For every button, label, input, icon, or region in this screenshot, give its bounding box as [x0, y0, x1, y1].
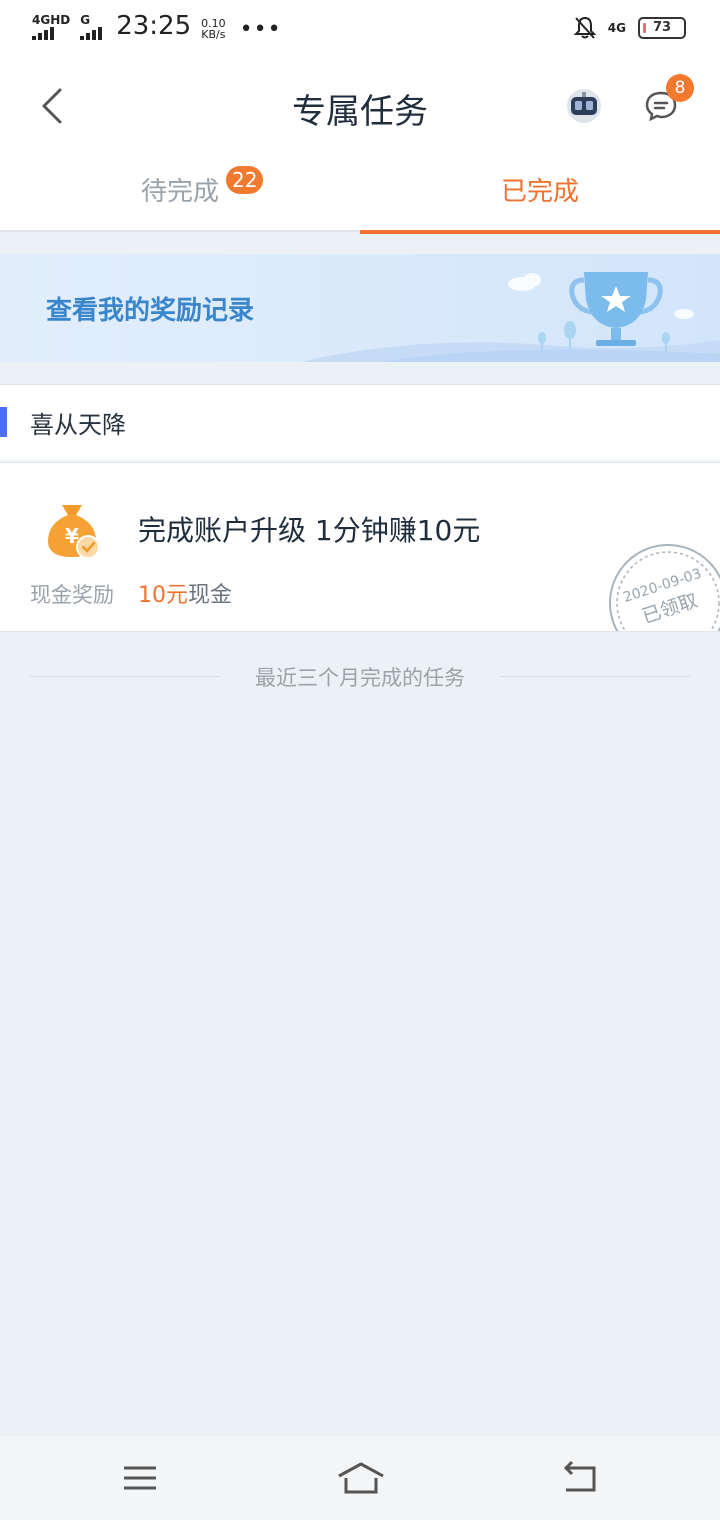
money-bag-icon: ¥: [48, 505, 100, 559]
claimed-stamp-icon: 2020-09-03 已领取: [609, 544, 720, 631]
signal-icon-2: [80, 26, 103, 40]
signal-icon: [32, 26, 70, 40]
clock: 23:25: [116, 11, 192, 41]
back-nav-icon[interactable]: [558, 1458, 602, 1498]
trophy-illustration: [300, 272, 720, 362]
system-nav-bar: [0, 1436, 720, 1520]
section-header: 喜从天降: [0, 384, 720, 460]
network-type-label: 4GHD: [32, 13, 71, 27]
network-type-label-3: 4G: [607, 21, 626, 35]
speed-unit: KB/s: [201, 28, 226, 41]
banner-text: 查看我的奖励记录: [46, 296, 255, 326]
task-title: 完成账户升级 1分钟赚10元: [138, 514, 481, 547]
task-tabs: 待完成 22 已完成: [0, 158, 720, 234]
reward-record-banner[interactable]: 查看我的奖励记录: [0, 254, 720, 362]
reward-value: 10元现金: [138, 577, 232, 609]
network-type-label-2: G: [80, 13, 91, 27]
task-item[interactable]: ¥ 完成账户升级 1分钟赚10元 现金奖励 10元现金 2020-09-03 已…: [0, 462, 720, 632]
tab-pending-label: 待完成: [140, 177, 219, 207]
robot-assistant-icon[interactable]: [566, 88, 602, 124]
message-count-badge: 8: [666, 74, 694, 102]
tab-completed[interactable]: 已完成: [360, 158, 720, 234]
app-header: 专属任务 8: [0, 58, 720, 158]
section-title: 喜从天降: [30, 411, 126, 439]
reward-label: 现金奖励: [30, 583, 114, 607]
home-icon[interactable]: [336, 1458, 386, 1498]
status-bar: 4GHD G 23:25 0.10 KB/s ••• 4G 73: [0, 0, 720, 58]
reward-amount: 10元: [138, 583, 188, 608]
battery-icon: 73: [638, 17, 686, 39]
section-accent-bar: [0, 407, 7, 437]
reward-suffix: 现金: [188, 583, 233, 608]
recent-tasks-divider: 最近三个月完成的任务: [30, 660, 690, 694]
menu-icon[interactable]: [118, 1458, 162, 1498]
pending-count-badge: 22: [226, 166, 264, 194]
tab-pending[interactable]: 待完成 22: [0, 158, 360, 232]
more-dots: •••: [239, 17, 282, 42]
mute-bell-icon: [573, 16, 596, 39]
tab-completed-label: 已完成: [500, 177, 579, 207]
divider-line-right: [500, 676, 690, 677]
recent-tasks-note: 最近三个月完成的任务: [255, 666, 465, 690]
page-title: 专属任务: [292, 92, 428, 132]
battery-level: 73: [652, 20, 672, 35]
